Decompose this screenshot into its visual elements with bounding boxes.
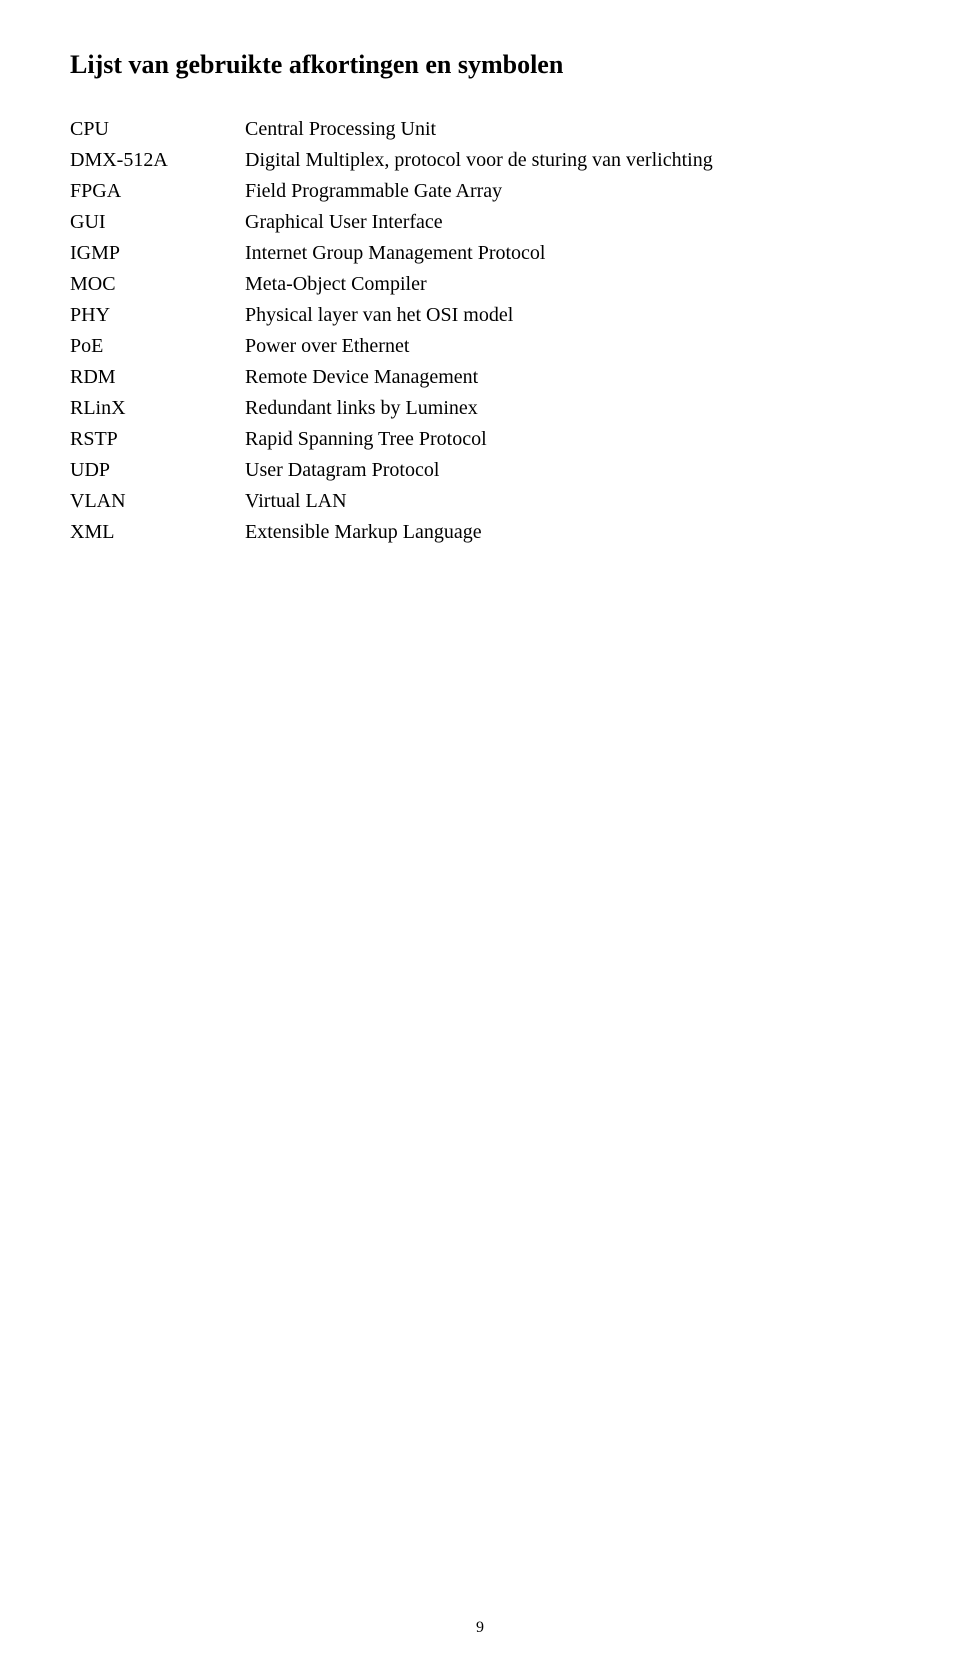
- desc-cell: Extensible Markup Language: [245, 521, 890, 552]
- table-row: IGMP Internet Group Management Protocol: [70, 242, 890, 273]
- table-row: UDP User Datagram Protocol: [70, 459, 890, 490]
- abbr-cell: RSTP: [70, 428, 245, 459]
- desc-cell: Meta-Object Compiler: [245, 273, 890, 304]
- abbr-cell: PHY: [70, 304, 245, 335]
- table-row: CPU Central Processing Unit: [70, 118, 890, 149]
- abbr-cell: DMX-512A: [70, 149, 245, 180]
- abbr-cell: MOC: [70, 273, 245, 304]
- abbr-cell: CPU: [70, 118, 245, 149]
- table-row: RLinX Redundant links by Luminex: [70, 397, 890, 428]
- abbr-cell: RDM: [70, 366, 245, 397]
- abbr-cell: RLinX: [70, 397, 245, 428]
- table-row: GUI Graphical User Interface: [70, 211, 890, 242]
- desc-cell: Field Programmable Gate Array: [245, 180, 890, 211]
- table-row: XML Extensible Markup Language: [70, 521, 890, 552]
- page-number: 9: [0, 1619, 960, 1637]
- table-row: RDM Remote Device Management: [70, 366, 890, 397]
- page-content: Lijst van gebruikte afkortingen en symbo…: [0, 0, 960, 552]
- desc-cell: Physical layer van het OSI model: [245, 304, 890, 335]
- table-row: DMX-512A Digital Multiplex, protocol voo…: [70, 149, 890, 180]
- table-row: MOC Meta-Object Compiler: [70, 273, 890, 304]
- desc-cell: Internet Group Management Protocol: [245, 242, 890, 273]
- desc-cell: Rapid Spanning Tree Protocol: [245, 428, 890, 459]
- abbr-cell: FPGA: [70, 180, 245, 211]
- table-row: PoE Power over Ethernet: [70, 335, 890, 366]
- desc-cell: Redundant links by Luminex: [245, 397, 890, 428]
- abbr-cell: IGMP: [70, 242, 245, 273]
- table-row: RSTP Rapid Spanning Tree Protocol: [70, 428, 890, 459]
- desc-cell: Central Processing Unit: [245, 118, 890, 149]
- desc-cell: Power over Ethernet: [245, 335, 890, 366]
- abbr-cell: GUI: [70, 211, 245, 242]
- desc-cell: Virtual LAN: [245, 490, 890, 521]
- desc-cell: Digital Multiplex, protocol voor de stur…: [245, 149, 890, 180]
- desc-cell: Graphical User Interface: [245, 211, 890, 242]
- abbreviation-table: CPU Central Processing Unit DMX-512A Dig…: [70, 118, 890, 552]
- abbr-cell: UDP: [70, 459, 245, 490]
- table-row: FPGA Field Programmable Gate Array: [70, 180, 890, 211]
- abbr-cell: XML: [70, 521, 245, 552]
- desc-cell: Remote Device Management: [245, 366, 890, 397]
- table-row: VLAN Virtual LAN: [70, 490, 890, 521]
- abbr-cell: VLAN: [70, 490, 245, 521]
- desc-cell: User Datagram Protocol: [245, 459, 890, 490]
- page-heading: Lijst van gebruikte afkortingen en symbo…: [70, 50, 890, 80]
- table-row: PHY Physical layer van het OSI model: [70, 304, 890, 335]
- abbr-cell: PoE: [70, 335, 245, 366]
